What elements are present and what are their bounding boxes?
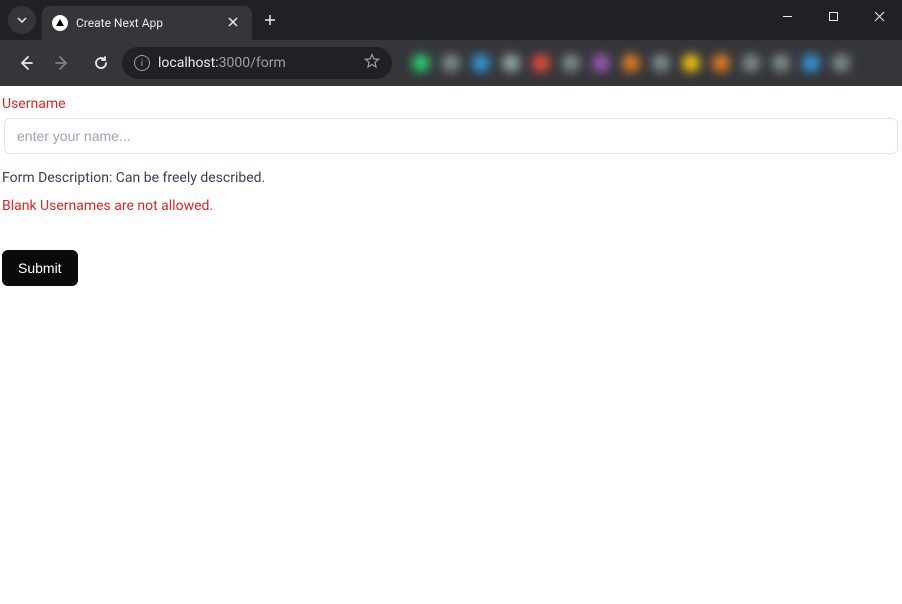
page-content: Username Form Description: Can be freely… (0, 86, 902, 604)
arrow-right-icon (54, 54, 72, 72)
close-window-button[interactable] (856, 0, 902, 32)
form-description: Form Description: Can be freely describe… (0, 156, 902, 192)
back-button[interactable] (8, 46, 42, 80)
maximize-button[interactable] (810, 0, 856, 32)
url-text: localhost:3000/form (158, 55, 286, 71)
address-bar[interactable]: i localhost:3000/form (122, 47, 392, 79)
window-controls (764, 0, 902, 40)
plus-icon (264, 14, 276, 26)
titlebar: Create Next App (0, 0, 902, 40)
tab-close-button[interactable] (224, 15, 242, 31)
form-error-message: Blank Usernames are not allowed. (0, 192, 902, 220)
minimize-icon (782, 11, 793, 22)
arrow-left-icon (16, 54, 34, 72)
maximize-icon (828, 11, 839, 22)
chevron-down-icon (16, 14, 28, 26)
browser-tab[interactable]: Create Next App (42, 6, 252, 40)
minimize-button[interactable] (764, 0, 810, 32)
close-icon (874, 11, 885, 22)
star-icon (364, 53, 380, 69)
tab-search-button[interactable] (8, 6, 36, 34)
username-input[interactable] (4, 118, 898, 154)
forward-button[interactable] (46, 46, 80, 80)
reload-icon (92, 54, 110, 72)
favicon-icon (52, 15, 68, 31)
close-icon (228, 17, 238, 27)
submit-button[interactable]: Submit (2, 250, 78, 286)
extensions-area (396, 47, 894, 79)
bookmark-button[interactable] (364, 53, 380, 73)
username-label: Username (0, 86, 902, 116)
browser-toolbar: i localhost:3000/form (0, 40, 902, 86)
site-info-icon[interactable]: i (134, 55, 150, 71)
tab-title: Create Next App (76, 16, 216, 30)
reload-button[interactable] (84, 46, 118, 80)
new-tab-button[interactable] (252, 11, 288, 30)
